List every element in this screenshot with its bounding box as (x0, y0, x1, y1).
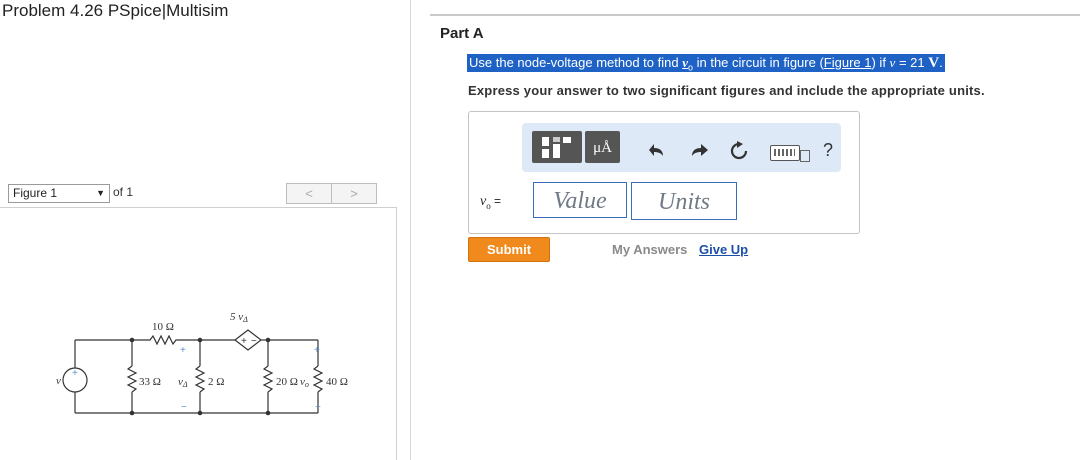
vo-minus: − (315, 402, 321, 413)
dep-minus: − (251, 336, 257, 347)
vdelta-label: vΔ (178, 376, 188, 389)
chevron-down-icon: ▼ (96, 188, 105, 198)
dep-source-label: 5 vΔ (230, 311, 248, 324)
figure-select-value: Figure 1 (13, 186, 58, 200)
problem-title: Problem 4.26 PSpice|Multisim (2, 1, 229, 20)
figure-count: of 1 (113, 185, 134, 199)
reset-icon[interactable] (728, 140, 750, 162)
source-plus: + (72, 368, 78, 379)
r2-label: 2 Ω (208, 376, 224, 388)
next-figure-button[interactable]: > (331, 183, 377, 204)
figure-link[interactable]: Figure 1 (824, 55, 872, 70)
vdelta-minus: − (181, 402, 187, 413)
give-up-link[interactable]: Give Up (699, 242, 748, 257)
r10-label: 10 Ω (152, 321, 174, 333)
keyboard-toggle-icon[interactable] (800, 150, 810, 162)
redo-icon[interactable] (688, 140, 710, 162)
previous-figure-button[interactable]: < (286, 183, 332, 204)
keyboard-icon[interactable] (770, 145, 800, 161)
dependent-source (234, 329, 262, 351)
units-input[interactable]: Units (631, 182, 737, 220)
undo-icon[interactable] (647, 140, 669, 162)
value-input[interactable]: Value (533, 182, 627, 218)
submit-button[interactable]: Submit (468, 237, 550, 262)
instruction-text: Express your answer to two significant f… (468, 83, 985, 98)
r20-label: 20 Ω (276, 376, 298, 388)
r33-label: 33 Ω (139, 376, 161, 388)
units-button[interactable]: μÅ (585, 131, 620, 163)
divider (430, 14, 1080, 16)
part-title: Part A (440, 25, 484, 42)
figure-select[interactable]: Figure 1 ▼ (8, 184, 110, 203)
vo-plus: + (314, 345, 320, 356)
my-answers-label: My Answers (612, 242, 688, 257)
r40-label: 40 Ω (326, 376, 348, 388)
templates-icon (542, 137, 571, 158)
source-label: v (56, 375, 61, 387)
question-text: Use the node-voltage method to find vo i… (467, 54, 945, 73)
vo-label: vo (300, 376, 309, 389)
circuit-diagram: + + − + − + − v 10 Ω 33 Ω 2 Ω 20 Ω 40 Ω … (56, 311, 348, 416)
templates-button[interactable] (532, 131, 582, 163)
help-icon[interactable]: ? (823, 140, 839, 161)
vdelta-plus: + (180, 345, 186, 356)
dep-plus: + (241, 336, 247, 347)
answer-variable-label: vo = (480, 194, 502, 211)
